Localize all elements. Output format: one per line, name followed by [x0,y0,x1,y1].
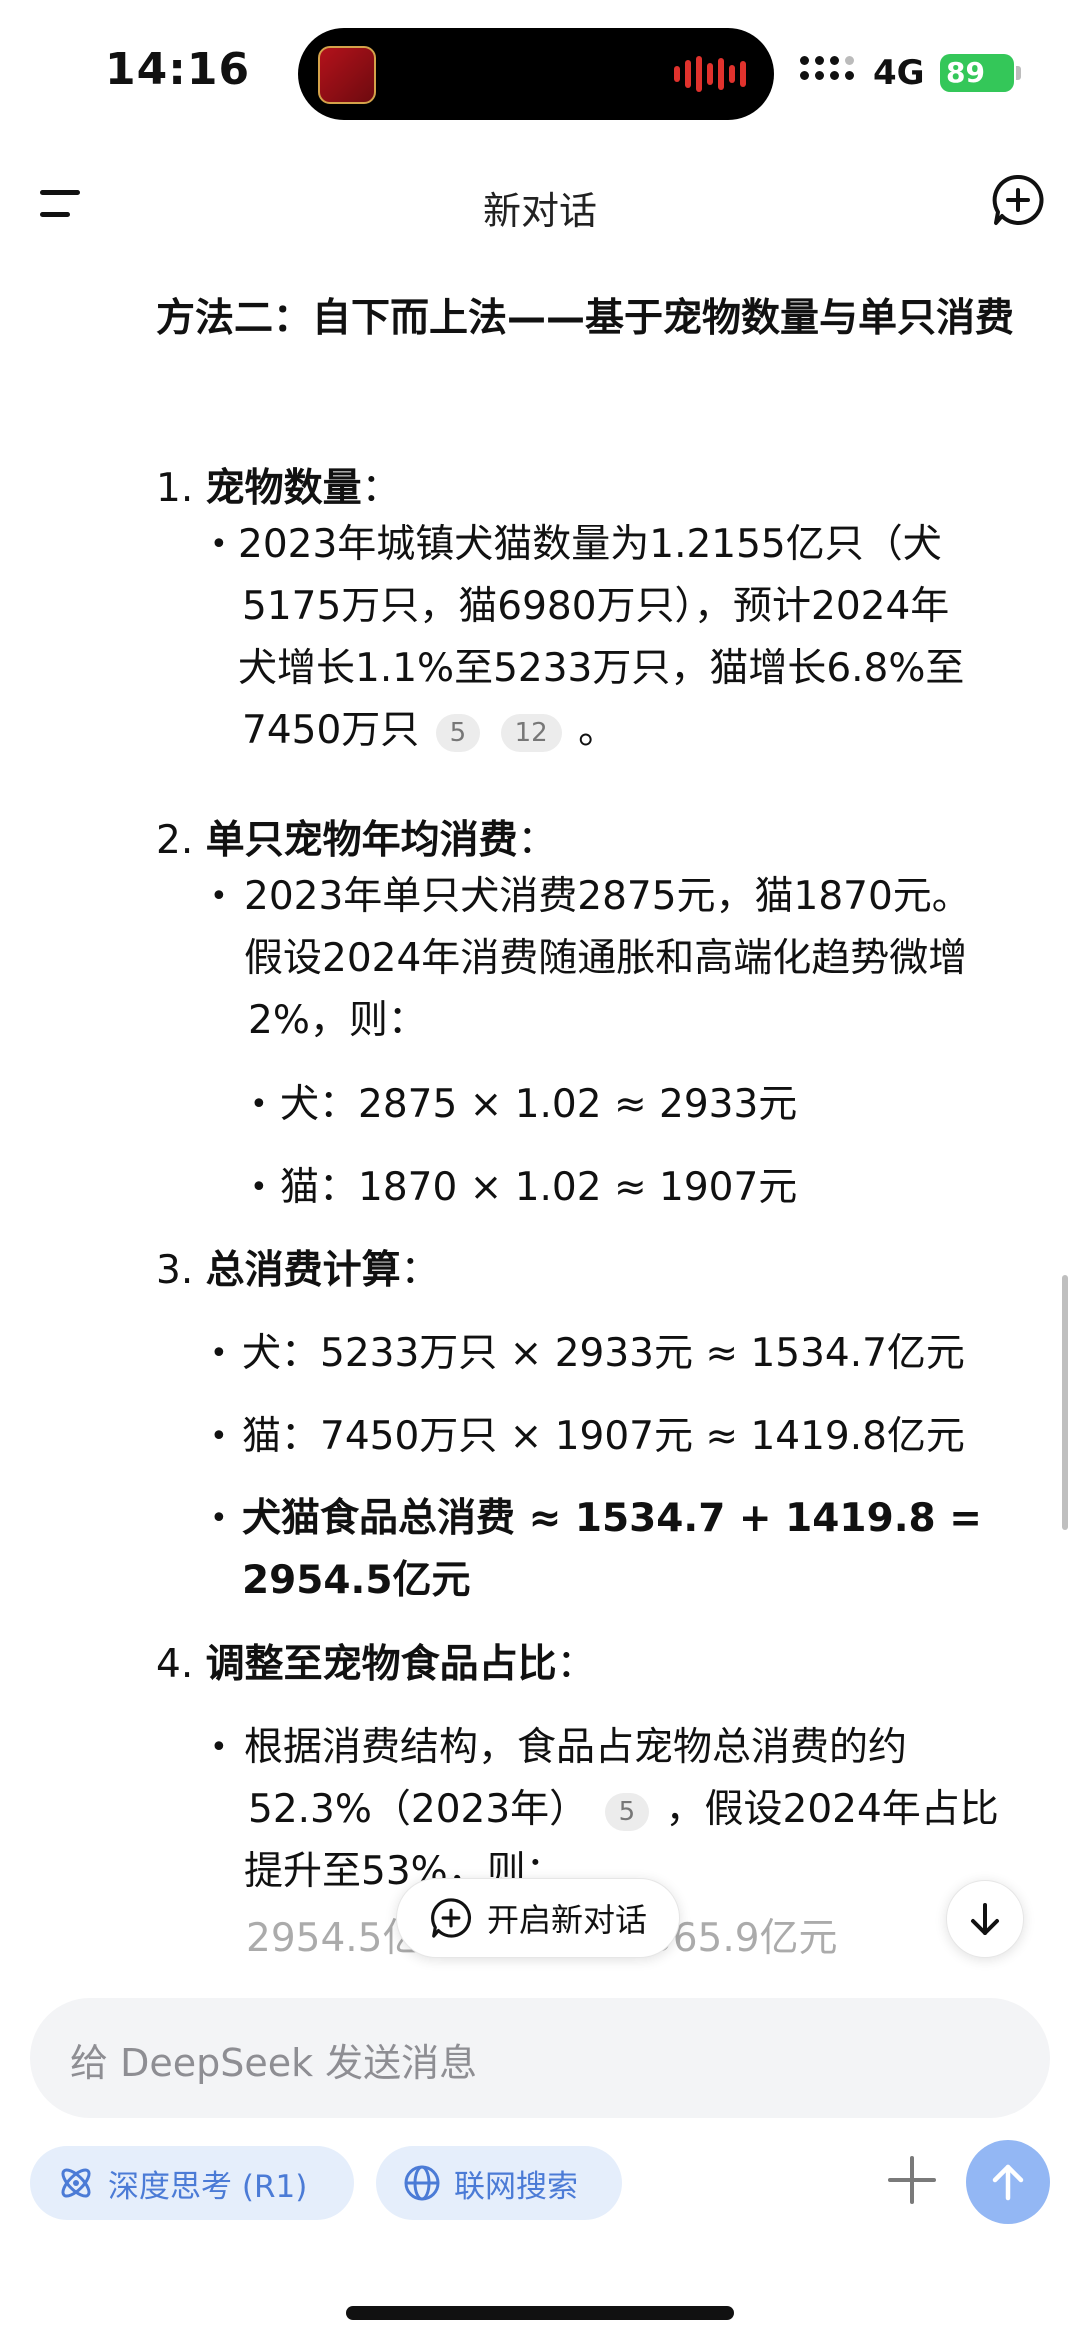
signal-icon [800,56,854,80]
dynamic-island[interactable] [298,28,774,120]
list-item-text: 7450万只 5 12 。 [242,708,618,753]
plus-icon[interactable] [884,2152,940,2208]
battery-tip [1016,66,1021,80]
section-2-title: 2. 单只宠物年均消费： [156,818,557,863]
sub-list-item-text: 猫：1870 × 1.02 ≈ 1907元 [280,1165,798,1210]
bullet-dot: • [210,1501,228,1536]
network-type: 4G [873,53,925,93]
arrow-up-icon [992,2164,1024,2201]
home-indicator[interactable] [346,2306,734,2320]
new-chat-button[interactable]: 开启新对话 [396,1878,680,1958]
new-chat-icon[interactable] [990,172,1046,228]
bullet-dot: • [250,1170,268,1205]
list-item-text: 52.3%（2023年） 5 ，假设2024年占比 [248,1787,999,1832]
atom-icon [61,2168,91,2198]
battery-level: 89 [946,56,985,89]
message-input[interactable]: 给 DeepSeek 发送消息 [30,1998,1050,2118]
list-item-text: 假设2024年消费随通胀和高端化趋势微增 [244,936,968,981]
new-chat-label: 开启新对话 [486,1901,647,1939]
nav-bar: 新对话 [0,150,1080,260]
citation-badge[interactable]: 5 [435,713,481,752]
section-1-title: 1. 宠物数量： [156,466,401,511]
bullet-dot: • [250,1087,268,1122]
page-title: 新对话 [482,189,597,233]
live-activity-app-icon [318,46,376,104]
bullet-dot: • [210,1730,228,1765]
web-search-toggle[interactable]: 联网搜索 [376,2146,622,2220]
send-button[interactable] [966,2140,1050,2224]
list-item-text: 5175万只，猫6980万只），预计2024年 [242,584,950,629]
message-input-placeholder: 给 DeepSeek 发送消息 [70,2041,478,2085]
audio-wave-icon [674,56,746,92]
sub-list-item-text: 犬：2875 × 1.02 ≈ 2933元 [280,1082,798,1127]
new-chat-icon [431,1898,471,1938]
list-item-text: 2023年单只犬消费2875元，猫1870元。 [244,874,971,919]
bullet-dot: • [210,527,228,562]
scroll-to-bottom-button[interactable] [946,1880,1024,1958]
battery-icon: 89 [940,54,1014,92]
status-time: 14:16 [105,44,251,95]
assistant-message: 方法二：自下而上法——基于宠物数量与单只消费 1. 宠物数量： • 2023年城… [0,262,1080,1962]
list-item-text: 犬增长1.1%至5233万只，猫增长6.8%至 [238,646,965,691]
web-search-label: 联网搜索 [454,2168,578,2205]
list-item-text: 2023年城镇犬猫数量为1.2155亿只（犬 [238,522,942,567]
deep-think-toggle[interactable]: 深度思考 (R1) [30,2146,354,2220]
list-item-text: 犬：5233万只 × 2933元 ≈ 1534.7亿元 [242,1331,965,1376]
list-item-text: 2954.5亿元 [242,1558,471,1603]
citation-badge[interactable]: 12 [500,713,562,752]
bullet-dot: • [210,1336,228,1371]
deep-think-label: 深度思考 (R1) [108,2168,308,2205]
scrollbar[interactable] [1062,1275,1068,1530]
section-3-title: 3. 总消费计算： [156,1248,440,1293]
section-4-title: 4. 调整至宠物食品占比： [156,1642,596,1687]
list-item-text: 猫：7450万只 × 1907元 ≈ 1419.8亿元 [242,1414,965,1459]
message-heading: 方法二：自下而上法——基于宠物数量与单只消费 [156,296,1015,341]
arrow-down-icon [971,1903,999,1935]
list-item-text: 犬猫食品总消费 ≈ 1534.7 + 1419.8 = [242,1496,982,1541]
list-item-text: 根据消费结构，食品占宠物总消费的约 [244,1725,908,1770]
chat-screen: 14:16 4G 89 新对话 方法二：自下而上法——基于宠物数量与单只消费 1… [0,0,1080,2341]
citation-badge[interactable]: 5 [604,1792,650,1831]
list-item-text: 2%，则： [248,998,427,1043]
status-bar: 14:16 4G 89 [0,0,1080,150]
bullet-dot: • [210,879,228,914]
globe-icon [404,2165,440,2201]
bullet-dot: • [210,1419,228,1454]
